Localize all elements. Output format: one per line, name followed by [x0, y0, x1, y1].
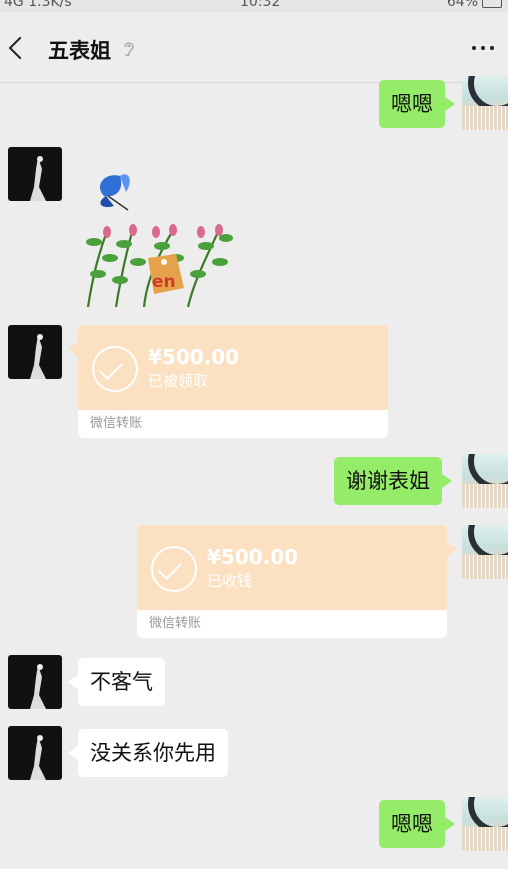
my-avatar[interactable]	[462, 525, 508, 579]
status-bar: 4G 1.3K/s 10:32 64%	[0, 0, 508, 12]
transfer-footer: 微信转账	[137, 610, 447, 638]
transfer-footer: 微信转账	[78, 410, 388, 438]
more-options-icon[interactable]	[472, 46, 500, 52]
transfer-card-received[interactable]: ¥500.00 已被领取 微信转账	[68, 325, 388, 438]
transfer-status: 已被领取	[148, 372, 209, 390]
message-text: 谢谢表姐	[346, 469, 430, 493]
transfer-card-sent[interactable]: ¥500.00 已收钱 微信转账	[137, 525, 457, 638]
received-message-bubble[interactable]: 没关系你先用	[68, 729, 228, 777]
butterfly-flowers-sticker: en	[86, 174, 233, 308]
contact-avatar[interactable]	[8, 726, 62, 780]
chat-title: 五表姐	[48, 39, 111, 63]
sent-message-bubble[interactable]: 谢谢表姐	[334, 457, 452, 505]
my-avatar[interactable]	[462, 797, 508, 851]
transfer-status: 已收钱	[207, 572, 253, 590]
sticker-tag-text: en	[152, 272, 176, 292]
contact-avatar[interactable]	[8, 147, 62, 201]
message-text: 嗯嗯	[391, 92, 433, 116]
message-text: 不客气	[90, 670, 153, 694]
chat-header: 五表姐	[0, 12, 508, 83]
status-time: 10:32	[240, 0, 281, 10]
transfer-amount: ¥500.00	[207, 545, 299, 569]
ear-icon	[124, 42, 134, 57]
my-avatar[interactable]	[462, 76, 508, 130]
message-text: 没关系你先用	[90, 741, 216, 765]
transfer-amount: ¥500.00	[148, 345, 240, 369]
sticker-message[interactable]: en	[76, 162, 238, 312]
received-message-bubble[interactable]: 不客气	[68, 658, 165, 706]
message-text: 嗯嗯	[391, 812, 433, 836]
battery-icon	[482, 0, 502, 8]
back-arrow-icon[interactable]	[8, 36, 32, 60]
sent-message-bubble[interactable]: 嗯嗯	[379, 800, 455, 848]
network-type: 4G	[4, 0, 24, 10]
sent-message-bubble[interactable]: 嗯嗯	[379, 80, 455, 128]
contact-avatar[interactable]	[8, 325, 62, 379]
my-avatar[interactable]	[462, 454, 508, 508]
battery-level: 64%	[446, 0, 478, 10]
contact-avatar[interactable]	[8, 655, 62, 709]
network-speed: 1.3K/s	[28, 0, 72, 10]
